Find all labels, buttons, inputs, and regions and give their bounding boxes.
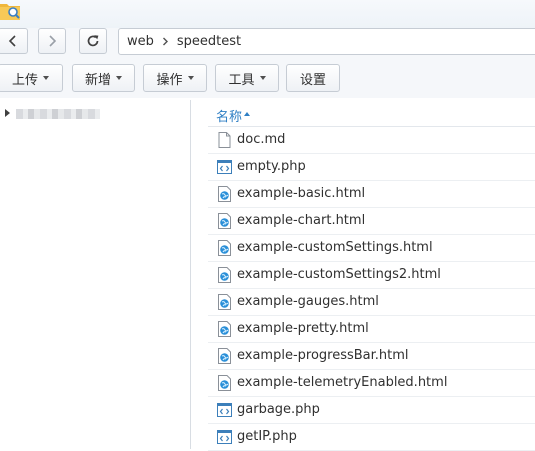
html-file-icon — [217, 348, 232, 364]
file-name: example-telemetryEnabled.html — [237, 375, 448, 390]
file-name: example-pretty.html — [237, 321, 369, 336]
caret-down-icon — [43, 76, 49, 80]
file-row[interactable]: example-progressBar.html — [208, 343, 535, 370]
file-name: example-chart.html — [237, 213, 366, 228]
file-name: example-gauges.html — [237, 294, 379, 309]
settings-button[interactable]: 设置 — [286, 64, 340, 92]
action-label: 操作 — [156, 72, 183, 88]
file-name: example-customSettings2.html — [237, 267, 441, 282]
file-row[interactable]: example-gauges.html — [208, 289, 535, 316]
file-name: empty.php — [237, 159, 306, 174]
tree-item[interactable] — [0, 106, 190, 122]
caret-down-icon — [116, 76, 122, 80]
tools-label: 工具 — [228, 72, 255, 88]
toolbar: 上传 新增 操作 工具 设置 — [0, 58, 535, 98]
html-file-icon — [217, 240, 232, 256]
file-name: example-customSettings.html — [237, 240, 433, 255]
file-name: garbage.php — [237, 402, 320, 417]
navigation-bar: web speedtest — [0, 28, 535, 58]
html-file-icon — [217, 267, 232, 283]
chevron-right-icon — [162, 37, 168, 46]
document-icon — [217, 132, 232, 148]
refresh-button[interactable] — [79, 28, 107, 54]
sort-ascending-icon — [244, 112, 250, 116]
file-row[interactable]: getIP.php — [208, 424, 535, 451]
new-button[interactable]: 新增 — [72, 64, 135, 92]
caret-down-icon — [187, 76, 194, 80]
folder-search-icon[interactable] — [0, 0, 22, 22]
settings-label: 设置 — [299, 72, 326, 88]
action-button[interactable]: 操作 — [143, 64, 207, 92]
back-button[interactable] — [0, 28, 28, 54]
file-name: doc.md — [237, 132, 286, 147]
file-name: getIP.php — [237, 429, 297, 444]
column-name-label: 名称 — [216, 110, 243, 125]
file-row[interactable]: example-customSettings.html — [208, 235, 535, 262]
file-row[interactable]: garbage.php — [208, 397, 535, 424]
html-file-icon — [217, 186, 232, 202]
file-list: 名称 doc.md empty.php example-basic.html exam… — [208, 100, 535, 451]
file-row[interactable]: empty.php — [208, 154, 535, 181]
title-bar — [0, 0, 535, 28]
breadcrumb-speedtest[interactable]: speedtest — [177, 34, 241, 49]
file-name: example-basic.html — [237, 186, 366, 201]
file-name: example-progressBar.html — [237, 348, 409, 363]
redacted-folder-name — [16, 109, 100, 119]
caret-down-icon — [259, 76, 266, 80]
refresh-icon — [87, 35, 99, 47]
pane-divider[interactable] — [190, 100, 191, 449]
html-file-icon — [217, 375, 232, 391]
folder-tree — [0, 98, 190, 449]
code-file-icon — [217, 159, 232, 175]
tools-button[interactable]: 工具 — [215, 64, 279, 92]
file-row[interactable]: doc.md — [208, 127, 535, 154]
new-label: 新增 — [84, 72, 111, 88]
html-file-icon — [217, 294, 232, 310]
code-file-icon — [217, 402, 232, 418]
column-header-name[interactable]: 名称 — [208, 100, 535, 127]
path-bar[interactable]: web speedtest — [118, 28, 535, 55]
file-row[interactable]: example-chart.html — [208, 208, 535, 235]
code-file-icon — [217, 429, 232, 445]
chevron-right-icon — [49, 35, 57, 47]
html-file-icon — [217, 321, 232, 337]
upload-label: 上传 — [11, 72, 38, 88]
file-row[interactable]: example-telemetryEnabled.html — [208, 370, 535, 397]
upload-button[interactable]: 上传 — [0, 64, 63, 92]
breadcrumb-web[interactable]: web — [127, 34, 154, 49]
expand-arrow-icon[interactable] — [5, 109, 10, 117]
file-row[interactable]: example-customSettings2.html — [208, 262, 535, 289]
html-file-icon — [217, 213, 232, 229]
chevron-left-icon — [8, 35, 16, 47]
file-row[interactable]: example-pretty.html — [208, 316, 535, 343]
forward-button[interactable] — [38, 28, 66, 54]
file-row[interactable]: example-basic.html — [208, 181, 535, 208]
